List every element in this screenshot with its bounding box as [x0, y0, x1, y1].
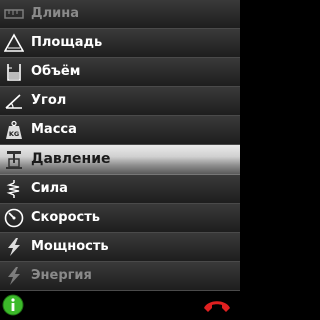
end-call-icon[interactable] — [202, 296, 232, 316]
list-item-label: Мощность — [31, 239, 109, 254]
list-item-volume[interactable]: Объём — [0, 58, 240, 87]
list-item-label: Масса — [31, 122, 77, 137]
svg-text:KG: KG — [9, 130, 19, 138]
lightning-power-icon — [8, 238, 20, 256]
ruler-icon — [4, 9, 24, 19]
energy-icon — [8, 267, 20, 285]
list-item-label: Скорость — [31, 210, 100, 225]
list-item-label: Сила — [31, 181, 68, 196]
triangle-area-icon — [4, 33, 24, 52]
list-item-mass[interactable]: KG Масса — [0, 116, 240, 145]
list-item-area[interactable]: Площадь — [0, 29, 240, 58]
list-item-energy[interactable]: Энергия — [0, 262, 240, 291]
beaker-volume-icon — [7, 64, 21, 81]
speedometer-icon — [4, 208, 24, 228]
softkey-bar — [0, 292, 240, 320]
list-item-pressure[interactable]: Давление — [0, 145, 240, 175]
list-item-power[interactable]: Мощность — [0, 233, 240, 262]
list-item-label: Угол — [31, 93, 67, 108]
list-item-label: Площадь — [31, 35, 103, 50]
angle-icon — [5, 94, 22, 109]
weight-kg-icon: KG — [6, 120, 22, 139]
list-item-speed[interactable]: Скорость — [0, 204, 240, 233]
list-item-label: Объём — [31, 64, 81, 79]
list-item-label: Энергия — [31, 268, 92, 283]
list-item-force[interactable]: Сила — [0, 175, 240, 204]
list-item-label: Длина — [31, 6, 79, 21]
info-icon[interactable] — [2, 294, 24, 316]
list-item-length[interactable]: Длина — [0, 0, 240, 29]
spring-force-icon — [6, 180, 20, 198]
pressure-gauge-icon — [6, 151, 22, 169]
list-item-angle[interactable]: Угол — [0, 87, 240, 116]
list-item-label: Давление — [31, 151, 111, 167]
